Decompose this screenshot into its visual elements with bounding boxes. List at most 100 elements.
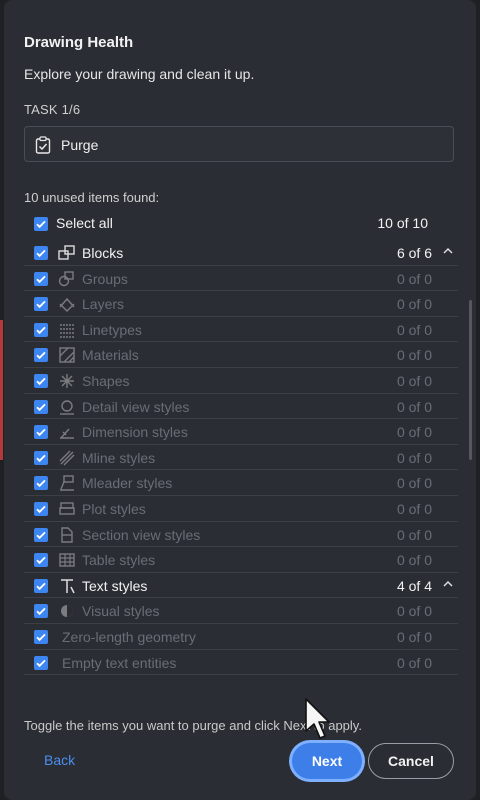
back-button[interactable]: Back xyxy=(44,752,75,768)
detail-view-icon xyxy=(58,398,76,416)
cancel-button[interactable]: Cancel xyxy=(368,743,454,779)
item-count: 0 of 0 xyxy=(396,347,432,364)
item-checkbox[interactable] xyxy=(34,246,48,260)
item-count: 0 of 0 xyxy=(396,296,432,313)
item-count: 0 of 0 xyxy=(396,526,432,543)
text-styles-icon xyxy=(58,577,76,595)
dimension-icon xyxy=(58,423,76,441)
item-label: Zero-length geometry xyxy=(62,628,196,645)
item-count: 0 of 0 xyxy=(396,321,432,338)
item-label: Layers xyxy=(82,296,125,313)
item-label: Shapes xyxy=(82,372,130,389)
plot-icon xyxy=(58,500,76,518)
section-view-icon xyxy=(58,526,76,544)
purge-item-row[interactable]: Linetypes 0 of 0 xyxy=(24,317,458,343)
mline-icon xyxy=(58,449,76,467)
item-count: 0 of 0 xyxy=(396,500,432,517)
item-label: Mleader styles xyxy=(82,475,173,492)
chevron-up-icon[interactable] xyxy=(442,577,454,591)
item-label: Visual styles xyxy=(82,603,160,620)
select-all-label: Select all xyxy=(56,215,113,231)
purge-item-row[interactable]: Section view styles 0 of 0 xyxy=(24,522,458,548)
purge-item-row[interactable]: Detail view styles 0 of 0 xyxy=(24,394,458,420)
item-label: Plot styles xyxy=(82,500,146,517)
item-label: Text styles xyxy=(82,577,148,594)
item-label: Groups xyxy=(82,270,128,287)
item-label: Section view styles xyxy=(82,526,201,543)
purge-item-row[interactable]: Visual styles 0 of 0 xyxy=(24,598,458,624)
background-window-edge xyxy=(0,320,3,460)
table-icon xyxy=(58,551,76,569)
item-checkbox[interactable] xyxy=(34,322,48,337)
item-count: 0 of 0 xyxy=(396,372,432,389)
item-count: 0 of 0 xyxy=(396,398,432,415)
item-count: 0 of 0 xyxy=(396,628,432,645)
select-all-row[interactable]: Select all 10 of 10 xyxy=(24,214,444,234)
purge-item-row[interactable]: Plot styles 0 of 0 xyxy=(24,496,458,522)
purge-item-row[interactable]: Text styles 4 of 4 xyxy=(24,573,458,599)
clipboard-check-icon xyxy=(35,136,51,159)
layers-icon xyxy=(58,295,76,313)
purge-item-row[interactable]: Shapes 0 of 0 xyxy=(24,368,458,394)
mouse-pointer-icon xyxy=(304,697,332,746)
item-count: 0 of 0 xyxy=(396,603,432,620)
item-label: Linetypes xyxy=(82,321,142,338)
item-checkbox[interactable] xyxy=(34,629,48,644)
item-count: 0 of 0 xyxy=(396,270,432,287)
item-checkbox[interactable] xyxy=(34,425,48,440)
item-label: Blocks xyxy=(82,245,124,261)
item-label: Dimension styles xyxy=(82,424,188,441)
purge-item-row[interactable]: Table styles 0 of 0 xyxy=(24,547,458,573)
item-checkbox[interactable] xyxy=(34,527,48,542)
item-label: Mline styles xyxy=(82,449,156,466)
task-counter: TASK 1/6 xyxy=(24,102,81,117)
groups-icon xyxy=(58,270,76,288)
purge-item-row[interactable]: Mleader styles 0 of 0 xyxy=(24,470,458,496)
item-checkbox[interactable] xyxy=(34,655,48,670)
linetypes-icon xyxy=(58,321,76,339)
item-count: 0 of 0 xyxy=(396,654,432,671)
purge-item-row[interactable]: Blocks 6 of 6 xyxy=(24,240,458,266)
item-checkbox[interactable] xyxy=(34,604,48,619)
visual-styles-icon xyxy=(58,602,76,620)
item-count: 0 of 0 xyxy=(396,475,432,492)
purge-item-row[interactable]: Layers 0 of 0 xyxy=(24,291,458,317)
item-checkbox[interactable] xyxy=(34,578,48,593)
list-scrollbar[interactable] xyxy=(469,300,472,460)
select-all-checkbox[interactable] xyxy=(34,217,48,231)
item-label: Table styles xyxy=(82,552,156,569)
item-checkbox[interactable] xyxy=(34,297,48,312)
task-name: Purge xyxy=(61,137,99,153)
item-label: Detail view styles xyxy=(82,398,190,415)
item-checkbox[interactable] xyxy=(34,553,48,568)
panel-subtitle: Explore your drawing and clean it up. xyxy=(24,66,255,82)
item-count: 0 of 0 xyxy=(396,449,432,466)
purge-item-row[interactable]: Zero-length geometry 0 of 0 xyxy=(24,624,458,650)
item-checkbox[interactable] xyxy=(34,501,48,516)
purge-item-row[interactable]: Dimension styles 0 of 0 xyxy=(24,419,458,445)
purge-item-row[interactable]: Materials 0 of 0 xyxy=(24,342,458,368)
drag-handle[interactable]: ⋯ xyxy=(234,0,254,5)
found-summary: 10 unused items found: xyxy=(24,190,160,205)
next-button[interactable]: Next xyxy=(292,743,362,779)
item-count: 4 of 4 xyxy=(396,577,432,594)
purge-item-row[interactable]: Groups 0 of 0 xyxy=(24,266,458,292)
item-checkbox[interactable] xyxy=(34,476,48,491)
item-checkbox[interactable] xyxy=(34,450,48,465)
item-count: 6 of 6 xyxy=(396,245,432,261)
item-count: 0 of 0 xyxy=(396,552,432,569)
task-card: Purge xyxy=(24,126,454,162)
chevron-up-icon[interactable] xyxy=(442,244,454,258)
purge-item-row[interactable]: Mline styles 0 of 0 xyxy=(24,445,458,471)
blocks-icon xyxy=(58,244,76,262)
item-checkbox[interactable] xyxy=(34,373,48,388)
item-count: 0 of 0 xyxy=(396,424,432,441)
drawing-health-panel: ⋯ Drawing Health Explore your drawing an… xyxy=(4,0,476,800)
materials-icon xyxy=(58,346,76,364)
item-label: Materials xyxy=(82,347,139,364)
purge-item-row[interactable]: Empty text entities 0 of 0 xyxy=(24,650,458,676)
item-checkbox[interactable] xyxy=(34,399,48,414)
item-checkbox[interactable] xyxy=(34,348,48,363)
item-checkbox[interactable] xyxy=(34,271,48,286)
shapes-icon xyxy=(58,372,76,390)
